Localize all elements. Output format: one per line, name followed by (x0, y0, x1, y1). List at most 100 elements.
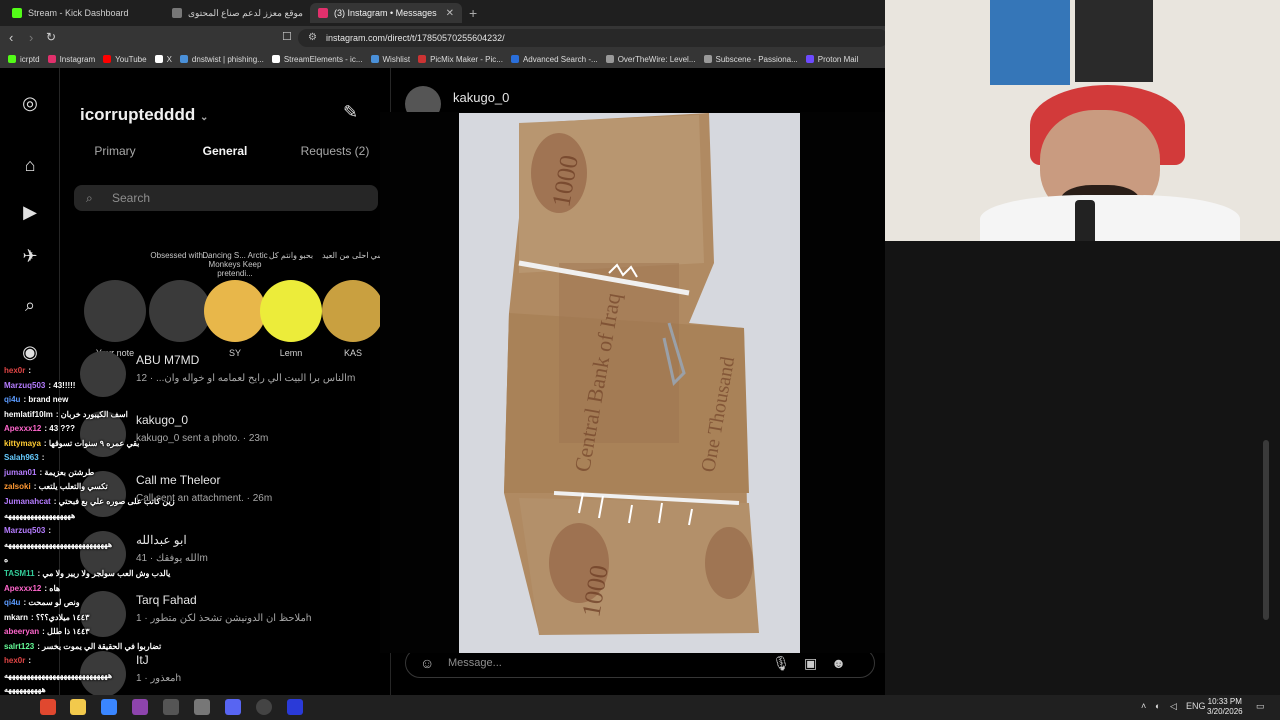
chat-username[interactable]: qi4u (4, 395, 20, 404)
search-icon[interactable]: ⌕ (19, 294, 41, 316)
explore-icon[interactable]: ◉ (19, 341, 41, 363)
note-item[interactable]: بحبو وانتم كل Lemn (256, 251, 326, 358)
chat-text: ههههههههههههههههههههههههههههه (4, 540, 113, 549)
bookmark-item[interactable]: icrptd (8, 55, 40, 64)
note-bubble (80, 251, 150, 278)
note-bubble: بحبو وانتم كل (268, 251, 314, 260)
home-icon[interactable]: ⌂ (19, 154, 41, 176)
sticker-icon[interactable]: ☻ (831, 655, 860, 671)
scrollbar[interactable] (1263, 440, 1269, 620)
volume-icon[interactable]: ◁ (1170, 701, 1177, 712)
account-username[interactable]: icorruptedddd ⌄ (80, 105, 208, 125)
note-item[interactable]: Your note (80, 251, 150, 358)
app-icon[interactable] (287, 699, 303, 715)
chat-username[interactable]: kittymaya (4, 439, 41, 448)
instagram-logo-icon[interactable]: ◎ (19, 92, 41, 114)
bookmark-item[interactable]: PicMix Maker - Pic... (418, 55, 503, 64)
chat-username[interactable]: kakugo_0 (453, 90, 509, 105)
app-icon[interactable] (163, 699, 179, 715)
microphone (1075, 200, 1095, 241)
chat-username[interactable]: mkarn (4, 613, 28, 622)
bookmark-icon[interactable]: ☐ (282, 30, 292, 43)
clock[interactable]: 10:33 PM 3/20/2026 (1207, 697, 1243, 717)
chat-username[interactable]: TASM11 (4, 569, 35, 578)
bookmark-label: PicMix Maker - Pic... (430, 54, 503, 64)
tab-instagram-messages[interactable]: (3) Instagram • Messages ✕ (310, 3, 462, 23)
chat-username[interactable]: Apexxx12 (4, 424, 41, 433)
chat-message: ههههههههههههههههههههههههههههه (4, 671, 112, 680)
chat-username[interactable]: Jumanahcat (4, 497, 51, 506)
tab-creator-site[interactable]: موقع معزز لدعم صناع المحتوى (164, 3, 309, 23)
separator: : (41, 453, 45, 462)
avatar (322, 280, 384, 342)
chat-text: اسف الكيبورد خربان (60, 409, 128, 419)
site-info-icon[interactable]: ⚙ (308, 32, 317, 43)
chat-username[interactable]: hex0r (4, 366, 25, 375)
store-icon[interactable] (101, 699, 117, 715)
bookmark-item[interactable]: Advanced Search -... (510, 55, 598, 64)
bookmark-item[interactable]: Instagram (47, 55, 95, 64)
messages-icon[interactable]: ✈ (19, 245, 41, 267)
chat-username[interactable]: abeeryan (4, 627, 39, 636)
bookmark-item[interactable]: Subscene - Passiona... (703, 55, 798, 64)
chat-username[interactable]: salrt123 (4, 642, 34, 651)
forward-icon[interactable]: › (29, 30, 33, 45)
chat-username[interactable]: hex0r (4, 656, 25, 665)
discord-icon[interactable] (225, 699, 241, 715)
chat-message: hex0r: (4, 656, 31, 665)
bookmark-item[interactable]: OverTheWire: Level... (605, 55, 696, 64)
note-bubble: شي احلى من العيد (321, 251, 385, 260)
tab-label: (3) Instagram • Messages (334, 8, 437, 18)
separator: : (28, 656, 32, 665)
chat-username[interactable]: qi4u (4, 598, 20, 607)
chat-message: ههههههههههههههههههه (4, 511, 75, 520)
conversation-time: 23m (248, 433, 269, 444)
file-explorer-icon[interactable] (70, 699, 86, 715)
obs-icon[interactable] (256, 699, 272, 715)
emoji-icon[interactable]: ☺ (420, 649, 434, 677)
poster (1075, 0, 1153, 82)
reload-icon[interactable]: ↻ (46, 30, 56, 44)
poster (990, 0, 1070, 85)
bookmark-item[interactable]: Wishlist (370, 55, 410, 64)
chat-text: بقي عمره ٩ سنوات تسوقها (48, 438, 140, 448)
bookmark-icon (370, 55, 379, 63)
url-field[interactable]: ⚙ instagram.com/direct/t/178505702556042… (298, 29, 888, 47)
chat-username[interactable]: juman01 (4, 468, 36, 477)
app-icon[interactable] (194, 699, 210, 715)
tab-kick-dashboard[interactable]: Stream - Kick Dashboard (4, 3, 164, 23)
chevron-up-icon[interactable]: ˄ (1141, 701, 1146, 711)
note-item[interactable]: شي احلى من العيد KAS (318, 251, 388, 358)
chat-text: ههههههههههههههههههه (4, 511, 76, 520)
app-icon[interactable] (40, 699, 56, 715)
chat-username[interactable]: Marzuq503 (4, 526, 45, 535)
reels-icon[interactable]: ▶ (19, 201, 41, 223)
mic-icon[interactable]: 🎙 (772, 655, 804, 671)
chat-username[interactable]: hemlatif10lm (4, 410, 53, 419)
notification-icon[interactable]: ▭ (1256, 701, 1265, 712)
network-icon[interactable]: ◐ (1155, 701, 1160, 711)
chat-username[interactable]: zalsoki (4, 482, 31, 491)
close-tab-icon[interactable]: ✕ (446, 8, 454, 19)
image-icon[interactable]: ▣ (804, 655, 831, 671)
back-icon[interactable]: ‹ (9, 30, 13, 45)
compose-icon[interactable]: ✎ (343, 102, 358, 123)
new-tab-button[interactable]: + (469, 5, 477, 21)
chat-username[interactable]: Apexxx12 (4, 584, 41, 593)
app-icon[interactable] (132, 699, 148, 715)
bookmark-item[interactable]: X (154, 55, 172, 64)
search-input[interactable]: ⌕ Search (74, 185, 378, 211)
bookmark-item[interactable]: dnstwist | phishing... (179, 54, 264, 64)
chat-username[interactable]: Marzuq503 (4, 381, 45, 390)
bookmark-item[interactable]: YouTube (103, 55, 147, 64)
language-indicator[interactable]: ENG (1186, 701, 1206, 711)
bookmark-label: Proton Mail (817, 54, 859, 64)
chat-message: salrt123: تضاربوا في الحقيقة الي يموت يخ… (4, 642, 161, 651)
tab-primary[interactable]: Primary (60, 144, 170, 158)
bookmark-item[interactable]: StreamElements - ic... (271, 55, 363, 64)
tab-general[interactable]: General (170, 144, 280, 158)
bookmark-item[interactable]: Proton Mail (805, 54, 859, 64)
tab-requests[interactable]: Requests (2) (280, 144, 390, 158)
bookmark-label: dnstwist | phishing... (191, 54, 264, 64)
chat-username[interactable]: Salah963 (4, 453, 39, 462)
